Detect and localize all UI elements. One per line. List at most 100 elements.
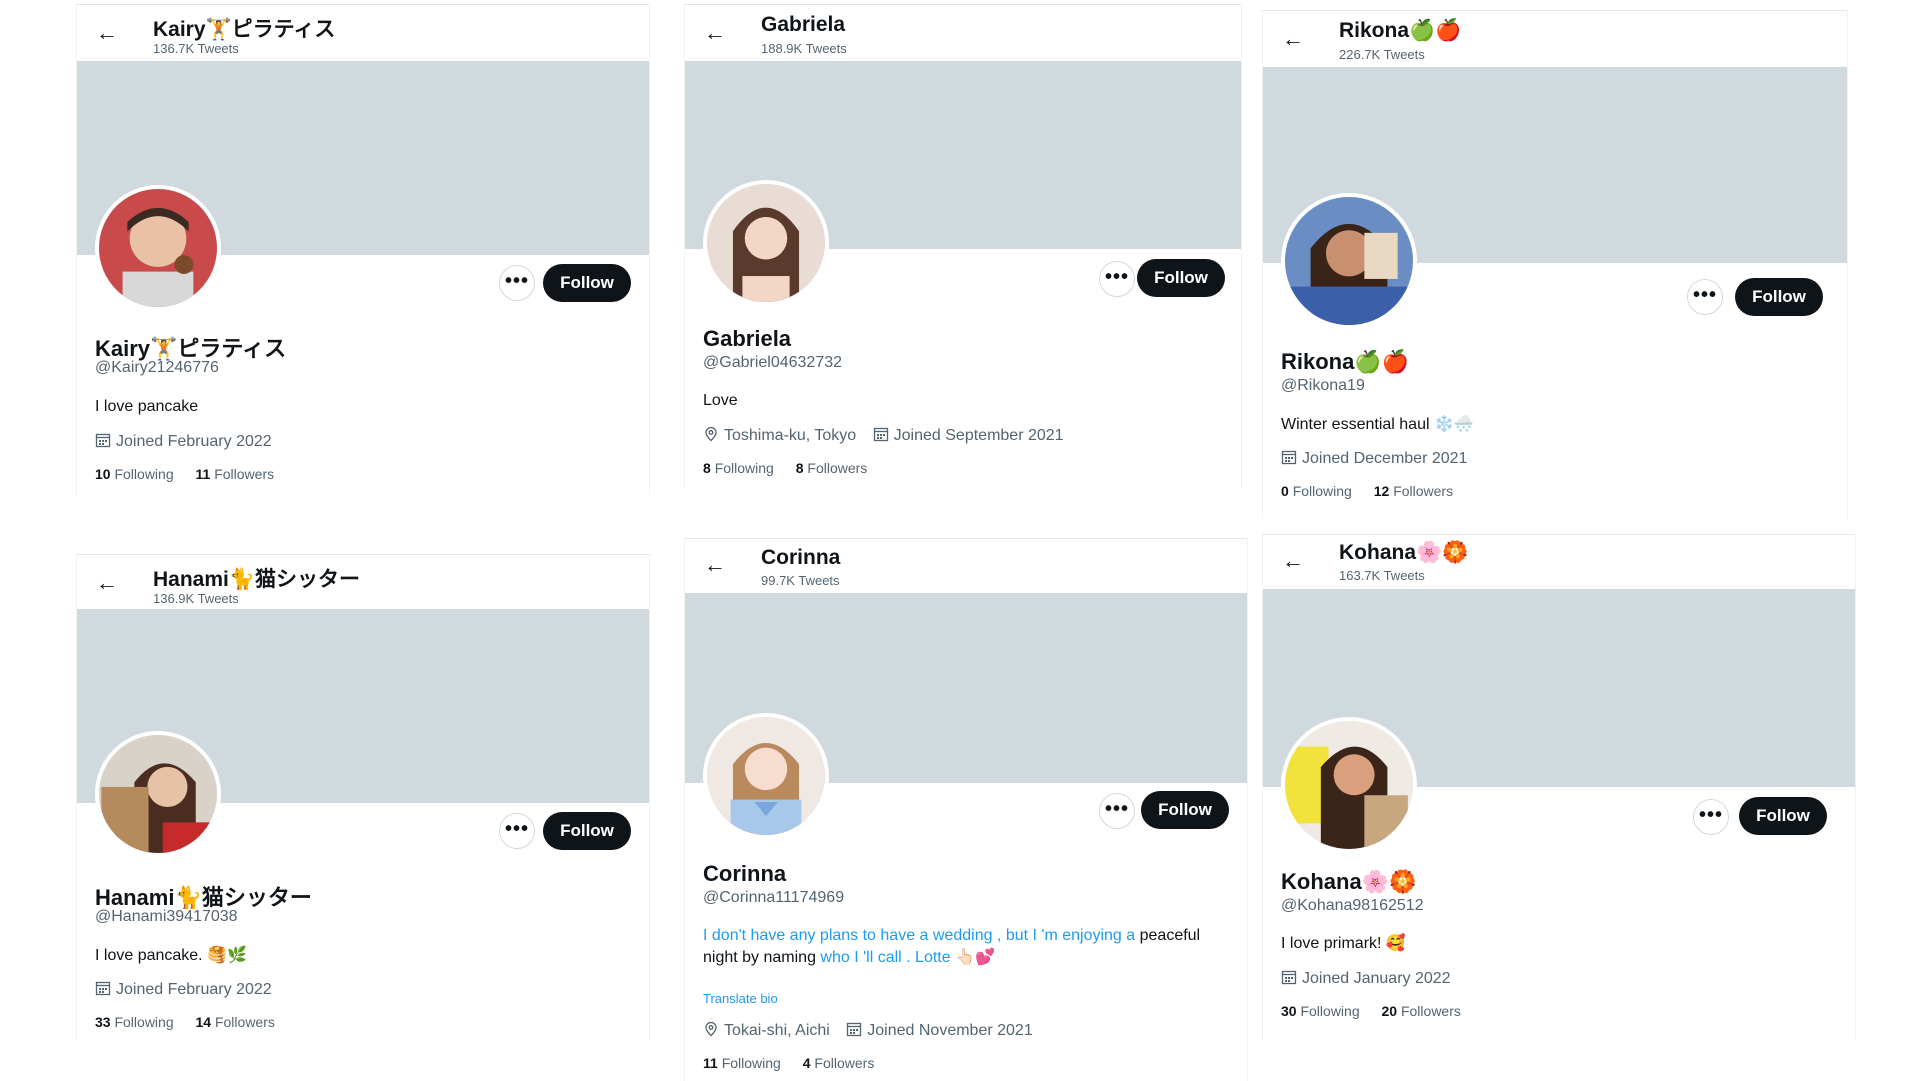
profile-counts: 8 Following 8 Followers xyxy=(703,460,867,476)
following-link[interactable]: 30 Following xyxy=(1281,1003,1360,1019)
calendar-icon xyxy=(95,981,111,996)
calendar-icon xyxy=(847,1022,862,1037)
following-count: 30 xyxy=(1281,1003,1297,1019)
bio-link-text[interactable]: I don't have any plans to have a wedding… xyxy=(703,927,1135,944)
followers-count: 11 xyxy=(195,466,211,482)
following-count: 8 xyxy=(703,460,711,476)
location-pin-icon xyxy=(705,426,717,442)
bio-plain-text: night by naming xyxy=(703,949,821,966)
followers-link[interactable]: 12 Followers xyxy=(1374,483,1453,499)
back-arrow-icon[interactable]: ← xyxy=(703,553,727,577)
back-arrow-icon[interactable]: ← xyxy=(1281,549,1305,573)
profile-counts: 10 Following 11 Followers xyxy=(95,466,274,482)
following-link[interactable]: 8 Following xyxy=(703,460,774,476)
follow-button[interactable]: Follow xyxy=(1739,797,1827,835)
following-link[interactable]: 10 Following xyxy=(95,466,174,482)
location-item: Toshima-ku, Tokyo xyxy=(703,426,856,445)
followers-link[interactable]: 14 Followers xyxy=(196,1014,275,1030)
profile-handle: @Corinna11174969 xyxy=(703,889,845,906)
joined-date: Joined September 2021 xyxy=(893,427,1064,444)
followers-link[interactable]: 20 Followers xyxy=(1382,1003,1461,1019)
joined-item: Joined September 2021 xyxy=(873,426,1064,445)
following-count: 33 xyxy=(95,1014,111,1030)
profile-card-corinna: ← Corinna 99.7K Tweets ••• Follow Corinn… xyxy=(684,538,1248,1081)
profile-handle: @Kohana98162512 xyxy=(1281,897,1424,914)
translate-bio-link[interactable]: Translate bio xyxy=(703,991,778,1006)
profile-bio: I don't have any plans to have a wedding… xyxy=(703,925,1200,968)
following-link[interactable]: 33 Following xyxy=(95,1014,174,1030)
followers-label: Followers xyxy=(1393,483,1454,499)
followers-label: Followers xyxy=(214,466,275,482)
back-arrow-icon[interactable]: ← xyxy=(95,571,119,595)
profile-header: ← Rikona🍏🍎 226.7K Tweets xyxy=(1263,11,1847,67)
profile-bio: I love pancake. 🥞🌿 xyxy=(95,947,247,964)
avatar[interactable] xyxy=(95,731,221,857)
bio-line-1: I don't have any plans to have a wedding… xyxy=(703,925,1200,946)
more-options-icon[interactable]: ••• xyxy=(499,265,535,301)
avatar[interactable] xyxy=(1281,193,1417,329)
avatar[interactable] xyxy=(95,185,221,311)
followers-link[interactable]: 11 Followers xyxy=(196,466,275,482)
follow-button[interactable]: Follow xyxy=(543,264,631,302)
header-name: Kohana🌸🏵️ xyxy=(1339,541,1469,564)
more-options-icon[interactable]: ••• xyxy=(1099,261,1135,297)
location-text: Tokai-shi, Aichi xyxy=(724,1022,830,1039)
more-options-icon[interactable]: ••• xyxy=(1693,799,1729,835)
following-count: 11 xyxy=(703,1055,718,1071)
followers-count: 20 xyxy=(1381,1003,1398,1019)
more-options-icon[interactable]: ••• xyxy=(1099,793,1135,829)
tweet-count: 163.7K Tweets xyxy=(1339,568,1425,583)
tweet-count: 226.7K Tweets xyxy=(1339,47,1425,62)
location-pin-icon xyxy=(705,1021,717,1037)
following-link[interactable]: 11 Following xyxy=(703,1055,781,1071)
profile-meta: Tokai-shi, Aichi Joined November 2021 xyxy=(703,1021,1045,1040)
header-name: Gabriela xyxy=(761,13,846,36)
profile-card-kairy: ← Kairy🏋ピラティス 136.7K Tweets ••• Follow K… xyxy=(76,4,650,495)
follow-button[interactable]: Follow xyxy=(1735,278,1823,316)
avatar[interactable] xyxy=(703,713,829,839)
following-label: Following xyxy=(114,466,174,482)
followers-label: Followers xyxy=(1400,1003,1461,1019)
back-arrow-icon[interactable]: ← xyxy=(95,21,119,45)
profile-card-gabriela: ← Gabriela 188.9K Tweets ••• Follow Gabr… xyxy=(684,4,1242,489)
joined-item: Joined December 2021 xyxy=(1281,449,1467,468)
calendar-icon xyxy=(1281,970,1297,985)
back-arrow-icon[interactable]: ← xyxy=(1281,27,1305,51)
profile-card-hanami: ← Hanami🐈猫シッター 136.9K Tweets ••• Follow … xyxy=(76,554,650,1041)
follow-button[interactable]: Follow xyxy=(1141,791,1229,829)
following-link[interactable]: 0 Following xyxy=(1281,483,1352,499)
follow-button[interactable]: Follow xyxy=(1137,259,1225,297)
tweet-count: 136.9K Tweets xyxy=(153,591,239,606)
more-options-icon[interactable]: ••• xyxy=(499,813,535,849)
followers-link[interactable]: 8 Followers xyxy=(796,460,868,476)
followers-link[interactable]: 4 Followers xyxy=(803,1055,875,1071)
joined-date: Joined December 2021 xyxy=(1302,450,1468,467)
bio-plain-text: peaceful xyxy=(1135,927,1201,944)
follow-button[interactable]: Follow xyxy=(543,812,631,850)
joined-date: Joined February 2022 xyxy=(116,981,272,998)
avatar[interactable] xyxy=(1281,717,1417,853)
following-label: Following xyxy=(1300,1003,1360,1019)
profile-counts: 33 Following 14 Followers xyxy=(95,1014,275,1030)
profile-bio: Winter essential haul ❄️🌨️ xyxy=(1281,416,1474,433)
bio-link-text[interactable]: who I 'll call . Lotte xyxy=(820,949,950,966)
header-name: Corinna xyxy=(761,546,841,569)
following-label: Following xyxy=(714,460,774,476)
avatar[interactable] xyxy=(703,180,829,306)
profile-handle: @Kairy21246776 xyxy=(95,359,219,376)
profile-name: Gabriela xyxy=(703,326,792,351)
back-arrow-icon[interactable]: ← xyxy=(703,21,727,45)
followers-count: 14 xyxy=(195,1014,212,1030)
profile-bio: I love primark! 🥰 xyxy=(1281,935,1406,952)
joined-item: Joined February 2022 xyxy=(95,980,272,999)
profile-meta: Joined January 2022 xyxy=(1281,969,1463,988)
followers-count: 4 xyxy=(802,1055,811,1071)
more-options-icon[interactable]: ••• xyxy=(1687,279,1723,315)
following-label: Following xyxy=(1292,483,1352,499)
joined-date: Joined November 2021 xyxy=(867,1022,1033,1039)
profile-name: Corinna xyxy=(703,861,787,886)
bio-line-2: night by naming who I 'll call . Lotte 👆… xyxy=(703,946,1200,968)
joined-item: Joined January 2022 xyxy=(1281,969,1451,988)
profile-header: ← Kohana🌸🏵️ 163.7K Tweets xyxy=(1263,535,1855,589)
tweet-count: 136.7K Tweets xyxy=(153,41,239,56)
